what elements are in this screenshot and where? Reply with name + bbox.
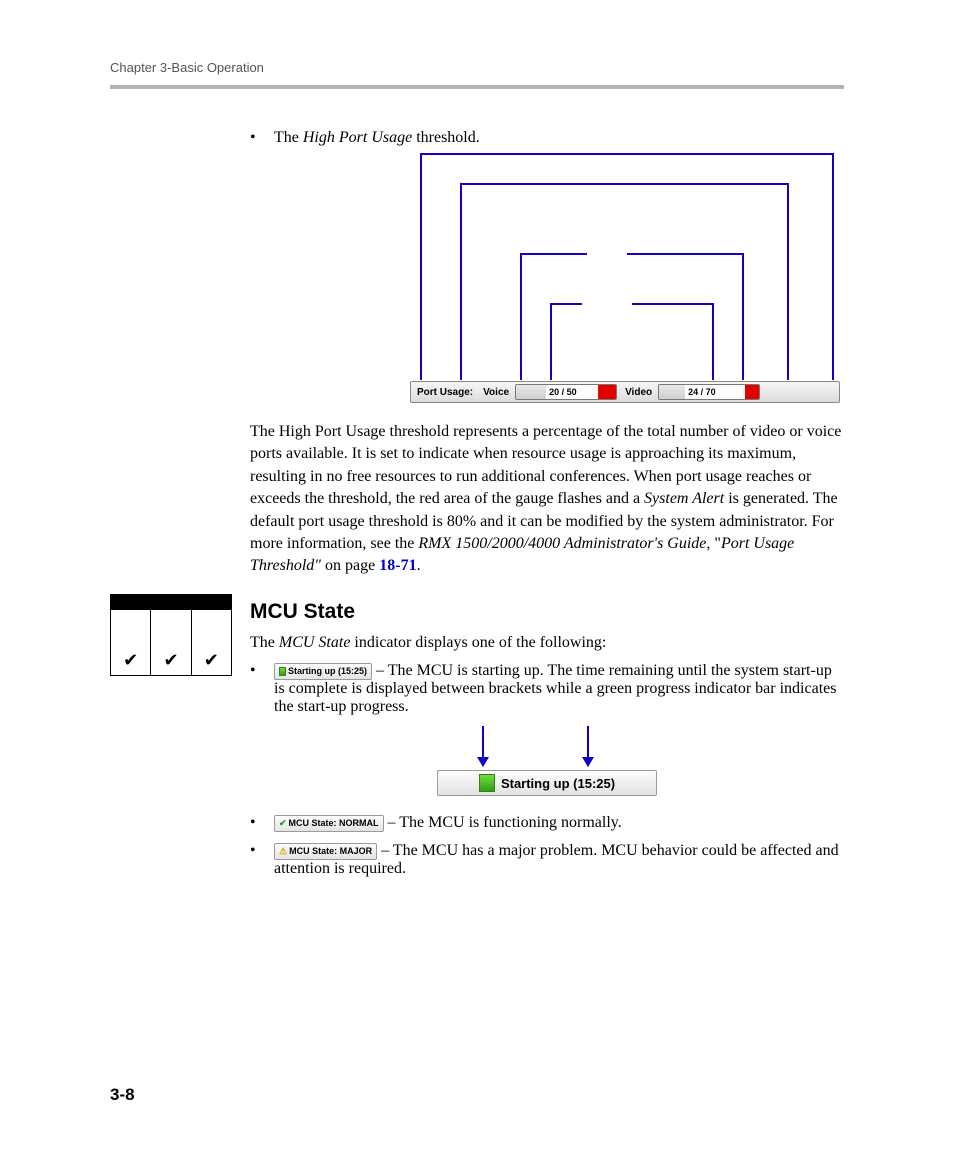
mcu-intro: The MCU State indicator displays one of … [250, 632, 844, 654]
chip-text: MCU State: MAJOR [289, 846, 372, 856]
arrow-down-icon [482, 726, 484, 766]
warning-icon: ⚠ [279, 846, 287, 856]
callout-line [632, 303, 714, 380]
port-usage-label: Port Usage: [413, 387, 479, 398]
check-icon: ✔ [279, 818, 287, 828]
bullet-marker: • [250, 814, 274, 832]
major-chip: ⚠MCU State: MAJOR [274, 843, 377, 860]
mcu-state-item: • ✔MCU State: NORMAL – The MCU is functi… [250, 814, 844, 832]
header-rule [110, 85, 844, 89]
text: – The MCU is functioning normally. [384, 814, 622, 831]
check-icon: ✔ [111, 609, 151, 675]
emphasis: High Port Usage [303, 129, 412, 146]
bullet-high-port-usage: • The High Port Usage threshold. [250, 129, 844, 147]
mcu-state-heading: MCU State [250, 600, 844, 624]
emphasis: MCU State [279, 634, 351, 651]
starting-up-chip: Starting up (15:25) [274, 663, 372, 680]
chip-text: Starting up (15:25) [288, 666, 367, 676]
starting-up-callout: Starting up (15:25) [437, 726, 657, 796]
emphasis: RMX 1500/2000/4000 Administrator's Guide [418, 535, 706, 552]
starting-up-chip-large: Starting up (15:25) [437, 770, 657, 796]
voice-value: 20 / 50 [546, 387, 580, 397]
mcu-state-item: • Starting up (15:25) – The MCU is start… [250, 662, 844, 716]
voice-gauge: 20 / 50 [515, 384, 617, 400]
normal-chip: ✔MCU State: NORMAL [274, 815, 384, 832]
chip-text: MCU State: NORMAL [289, 818, 379, 828]
text: on page [321, 557, 379, 574]
text: . [417, 557, 421, 574]
text: , " [706, 535, 721, 552]
video-label: Video [621, 387, 658, 398]
emphasis: System Alert [644, 490, 724, 507]
text: threshold. [412, 129, 480, 146]
video-gauge: 24 / 70 [658, 384, 760, 400]
check-icon: ✔ [191, 609, 231, 675]
arrow-down-icon [587, 726, 589, 766]
progress-icon [279, 667, 286, 676]
video-value: 24 / 70 [685, 387, 719, 397]
callout-line [550, 303, 582, 380]
text: The [250, 634, 279, 651]
port-usage-bar: Port Usage: Voice 20 / 50 Video 24 / 70 [410, 381, 840, 403]
port-usage-paragraph: The High Port Usage threshold represents… [250, 421, 844, 578]
text: The [274, 129, 303, 146]
applicability-table: ✔ ✔ ✔ [110, 594, 232, 676]
page-number: 3-8 [110, 1085, 135, 1105]
running-header: Chapter 3-Basic Operation [110, 60, 844, 75]
check-icon: ✔ [151, 609, 191, 675]
page-reference-link[interactable]: 18-71 [379, 557, 416, 574]
bullet-marker: • [250, 662, 274, 716]
bullet-marker: • [250, 842, 274, 878]
voice-label: Voice [479, 387, 515, 398]
chip-text: Starting up (15:25) [501, 776, 615, 791]
bullet-marker: • [250, 129, 274, 147]
mcu-state-item: • ⚠MCU State: MAJOR – The MCU has a majo… [250, 842, 844, 878]
progress-icon [479, 774, 495, 792]
text: indicator displays one of the following: [350, 634, 606, 651]
port-usage-figure: Port Usage: Voice 20 / 50 Video 24 / 70 [250, 153, 844, 403]
